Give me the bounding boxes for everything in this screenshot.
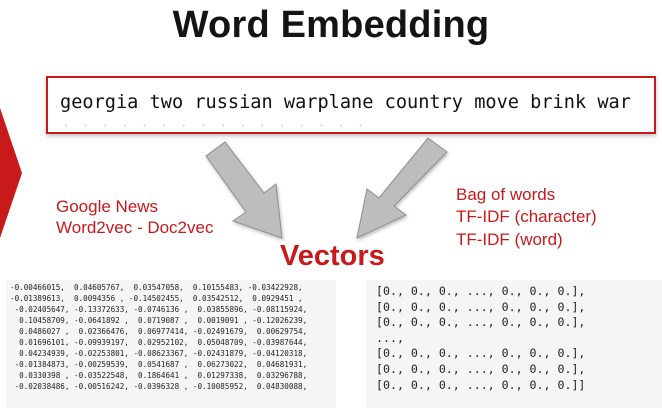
matrix-row: -0.01389613, 0.0094356 , -0.14502455, 0.… [10,294,303,303]
dense-vector-matrix: -0.00466015, 0.04605767, 0.03547058, 0.1… [6,280,336,408]
matrix-row: [0., 0., 0., ..., 0., 0., 0.], [376,315,586,330]
matrix-row: 0.10458709, -0.0641892 , 0.0719087 , 0.0… [10,316,308,325]
left-chevron-shape [0,108,22,238]
matrix-row: -0.00466015, 0.04605767, 0.03547058, 0.1… [10,283,303,292]
matrix-row: -0.02038486, -0.00516242, -0.0396328 , -… [10,382,308,391]
matrix-row: [0., 0., 0., ..., 0., 0., 0.], [376,284,586,298]
sentence-reflection: · · · · · · · · · · · · · · · · [62,119,367,134]
sparse-vector-matrix: [0., 0., 0., ..., 0., 0., 0.], [0., 0., … [366,280,662,408]
matrix-row: [0., 0., 0., ..., 0., 0., 0.], [376,346,586,361]
matrix-row: [0., 0., 0., ..., 0., 0., 0.], [376,299,586,314]
bag-of-words-label: Bag of words [456,185,556,204]
matrix-row: 0.0486027 , 0.02366476, 0.06977414, -0.0… [10,327,308,336]
matrix-row: ..., [376,330,404,345]
matrix-row: -0.02405647, -0.13372633, -0.0746136 , 0… [10,305,308,314]
input-sentence: georgia two russian warplane country mov… [60,92,631,113]
word2vec-doc2vec-label: Word2vec - Doc2vec [56,218,214,237]
matrix-row: -0.01384873, -0.00259539, 0.0541687 , 0.… [10,360,308,369]
right-arrow [356,137,448,239]
matrix-row: 0.01696101, -0.09939197, 0.02952102, 0.0… [10,338,308,347]
google-news-label: Google News [56,197,159,216]
sentence-box: georgia two russian warplane country mov… [46,76,656,134]
tfidf-character-label: TF-IDF (character) [456,207,597,226]
left-arrow [205,141,283,239]
matrix-row: 0.04234939, -0.02253801, -0.08623367, -0… [10,349,308,358]
vectors-label: Vectors [280,240,385,272]
matrix-row: 0.0330398 , -0.03522548, 0.1864641 , 0.0… [10,371,308,380]
matrix-row: [0., 0., 0., ..., 0., 0., 0.], [376,361,586,376]
tfidf-word-label: TF-IDF (word) [456,230,563,249]
page-title: Word Embedding [172,4,490,46]
matrix-row: [0., 0., 0., ..., 0., 0., 0.]] [376,377,586,392]
